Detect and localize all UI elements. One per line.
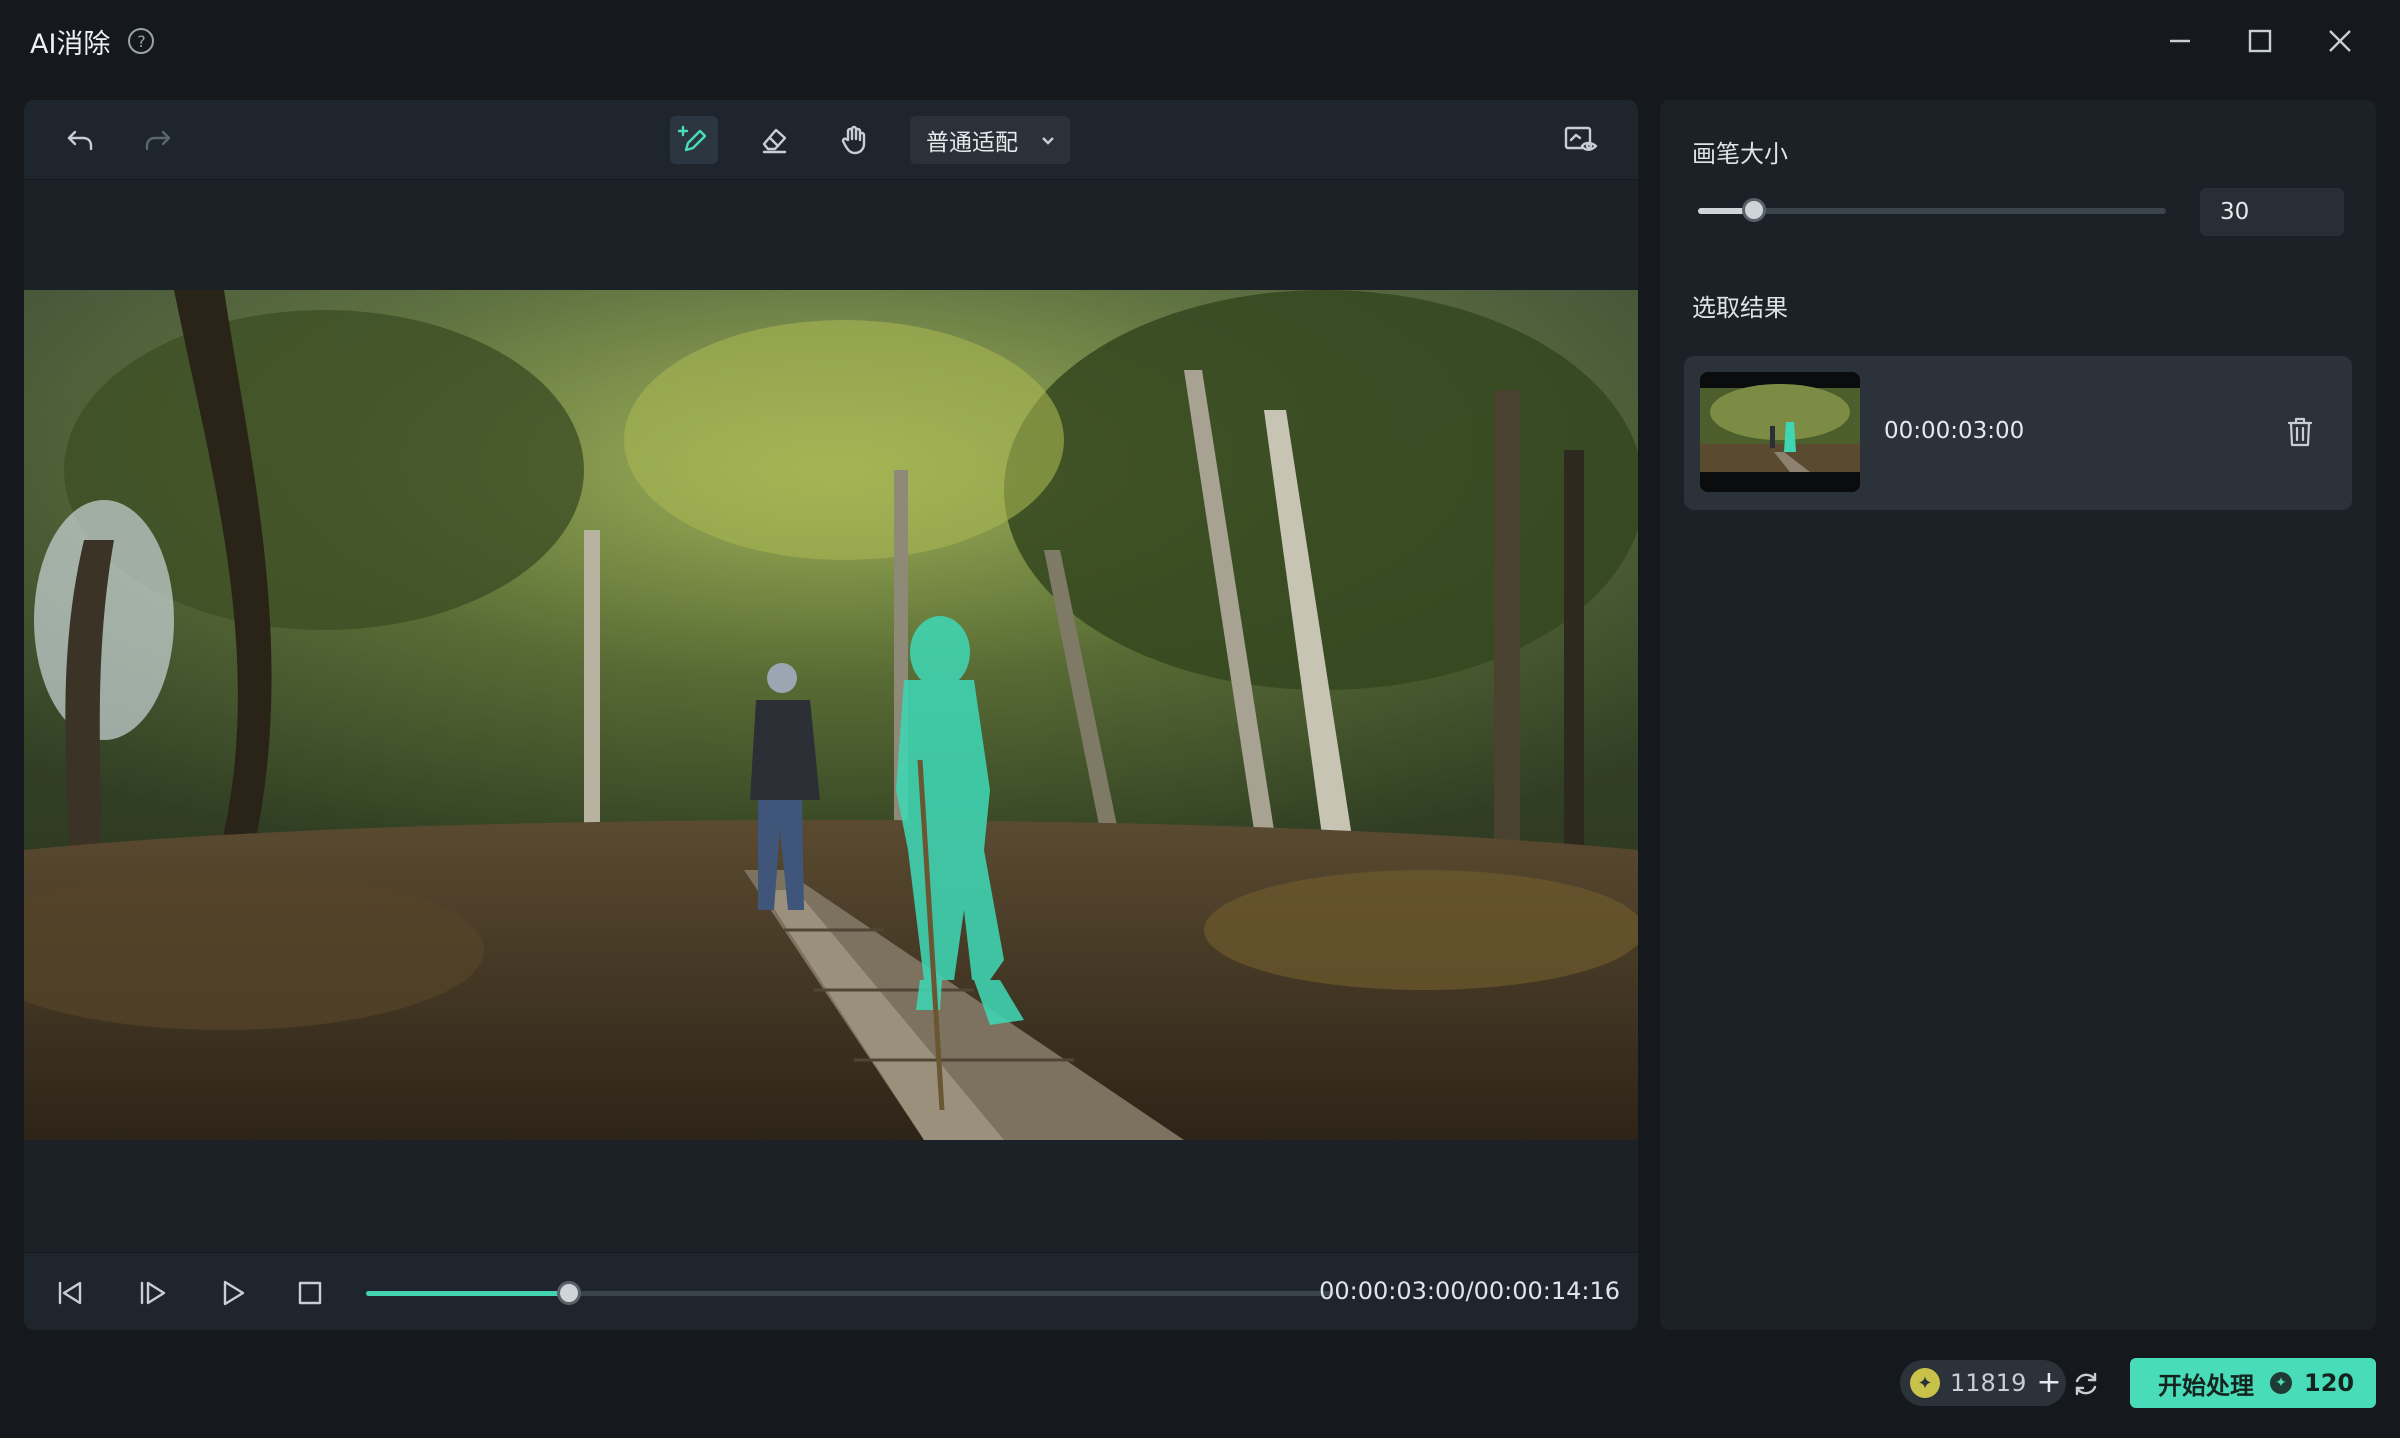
close-icon [2329, 30, 2351, 52]
chevron-down-icon [1042, 137, 1054, 145]
brush-size-label: 画笔大小 [1692, 140, 1788, 168]
brush-plus-icon [678, 125, 707, 152]
trash-icon [2287, 417, 2313, 447]
result-thumbnail [1700, 372, 1860, 492]
start-processing-button[interactable]: 开始处理 ✦ 120 [2130, 1358, 2376, 1408]
settings-panel: 画笔大小 选取结果 00:00:03:00 [1660, 100, 2376, 1330]
player-controls: 00:00:03:00/00:00:14:16 [24, 1252, 1638, 1330]
window-controls [2140, 0, 2380, 82]
editor-toolbar: 普通适配 [24, 100, 1638, 180]
minimize-icon [2170, 39, 2190, 43]
video-frame [24, 290, 1638, 1140]
hand-icon [841, 125, 866, 155]
preview-toggle-button[interactable] [1558, 116, 1606, 164]
results-label: 选取结果 [1692, 294, 1788, 322]
undo-button[interactable] [56, 116, 104, 164]
prev-frame-button[interactable] [48, 1271, 92, 1315]
playback-progress-fill [366, 1291, 570, 1296]
minimize-button[interactable] [2140, 0, 2220, 82]
delete-result-button[interactable] [2280, 412, 2320, 452]
cost-coin-icon: ✦ [2270, 1372, 2292, 1394]
help-icon[interactable]: ? [128, 28, 155, 54]
stop-button[interactable] [288, 1271, 332, 1315]
editor-panel: 普通适配 00:00:03:00/00:00:14:16 [24, 100, 1638, 1330]
start-processing-cost: 120 [2304, 1369, 2355, 1397]
redo-button[interactable] [134, 116, 182, 164]
credits-badge[interactable]: ✦ 11819 + [1900, 1360, 2066, 1406]
result-item[interactable]: 00:00:03:00 [1684, 356, 2352, 510]
redo-icon [145, 130, 171, 151]
result-timestamp: 00:00:03:00 [1884, 418, 2025, 444]
step-back-icon [58, 1281, 82, 1305]
mode-select-value: 普通适配 [926, 130, 1018, 156]
credits-count: 11819 [1950, 1369, 2027, 1397]
close-button[interactable] [2300, 0, 2380, 82]
mode-select[interactable]: 普通适配 [910, 116, 1070, 164]
preview-eye-icon [1564, 126, 1598, 151]
window-title: AI消除 [30, 28, 111, 60]
result-thumbnail-image [1700, 372, 1860, 492]
refresh-credits-button[interactable] [2072, 1370, 2100, 1398]
maximize-button[interactable] [2220, 0, 2300, 82]
next-frame-button[interactable] [130, 1271, 174, 1315]
play-icon [223, 1280, 245, 1306]
undo-icon [67, 130, 93, 151]
eraser-tool-button[interactable] [750, 116, 798, 164]
play-button[interactable] [210, 1271, 254, 1315]
hand-tool-button[interactable] [830, 116, 878, 164]
brush-tool-button[interactable] [670, 116, 718, 164]
brush-size-input[interactable] [2200, 188, 2344, 236]
start-processing-label: 开始处理 [2158, 1371, 2254, 1400]
playback-timecode: 00:00:03:00/00:00:14:16 [1319, 1277, 1620, 1305]
playback-scrubber[interactable] [366, 1281, 1334, 1305]
playback-scrubber-handle[interactable] [557, 1281, 582, 1305]
brush-size-slider[interactable] [1698, 198, 2166, 222]
step-forward-icon [140, 1281, 166, 1305]
eraser-icon [762, 128, 787, 154]
stop-icon [298, 1281, 322, 1305]
video-preview[interactable] [24, 290, 1638, 1140]
coin-icon: ✦ [1910, 1368, 1940, 1398]
brush-size-handle[interactable] [1742, 198, 1767, 222]
refresh-icon [2075, 1372, 2097, 1396]
title-bar: AI消除 ? [0, 0, 2400, 82]
maximize-icon [2248, 29, 2272, 53]
add-credits-icon[interactable]: + [2036, 1368, 2061, 1398]
